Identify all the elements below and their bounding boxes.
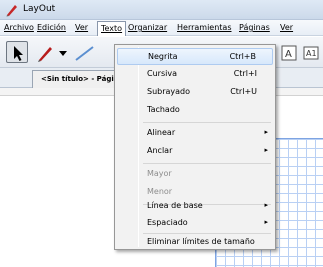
menu-item-subrayado[interactable]: Subrayado Ctrl+U	[117, 84, 273, 101]
submenu-arrow-icon: ▸	[264, 201, 268, 209]
menu-ver-2[interactable]: Ver	[280, 23, 293, 32]
menu-organizar[interactable]: Organizar	[128, 23, 167, 32]
menu-item-label: Negrita	[148, 52, 178, 61]
window-title: LayOut	[23, 4, 56, 14]
menu-ver[interactable]: Ver	[75, 23, 88, 32]
menu-bar: Archivo Edición Ver Texto Organizar Herr…	[0, 20, 323, 36]
line-icon	[75, 46, 94, 61]
line-tool-button[interactable]	[72, 41, 94, 63]
menu-item-shortcut: Ctrl+U	[230, 87, 257, 96]
pencil-icon	[38, 47, 52, 62]
menu-item-shortcut: Ctrl+B	[229, 52, 256, 61]
menu-item-label: Tachado	[147, 105, 180, 114]
select-tool-button[interactable]	[6, 41, 28, 63]
menu-item-label: Cursiva	[147, 69, 177, 78]
menu-separator	[143, 163, 271, 164]
menu-herramientas[interactable]: Herramientas	[177, 23, 232, 32]
menu-item-label: Anclar	[147, 146, 173, 155]
menu-item-alinear[interactable]: Alinear ▸	[117, 125, 273, 142]
submenu-arrow-icon: ▸	[264, 128, 268, 136]
menu-item-label: Subrayado	[147, 87, 191, 96]
text-menu-dropdown: Negrita Ctrl+B Cursiva Ctrl+I Subrayado …	[114, 44, 276, 250]
menu-separator	[143, 122, 271, 123]
svg-text:A1: A1	[306, 49, 317, 58]
menu-item-label: Espaciado	[147, 218, 188, 227]
menu-item-label: Menor	[147, 187, 173, 196]
submenu-arrow-icon: ▸	[264, 146, 268, 154]
menu-item-negrita[interactable]: Negrita Ctrl+B	[117, 48, 273, 65]
svg-text:A: A	[285, 49, 292, 60]
submenu-arrow-icon: ▸	[264, 218, 268, 226]
menu-item-linea-de-base[interactable]: Línea de base ▸	[117, 198, 273, 215]
label-icon: A1	[303, 46, 319, 60]
menu-texto[interactable]: Texto	[97, 21, 127, 36]
dropdown-arrow-icon	[59, 51, 67, 56]
menu-item-label: Mayor	[147, 169, 172, 178]
menu-paginas[interactable]: Páginas	[239, 23, 270, 32]
menu-edicion[interactable]: Edición	[37, 23, 66, 32]
menu-item-label: Alinear	[147, 128, 176, 137]
text-icon: A	[281, 45, 297, 61]
text-tool-button[interactable]: A	[278, 41, 300, 63]
title-bar: LayOut	[0, 0, 323, 20]
label-tool-button[interactable]: A1	[300, 41, 322, 63]
menu-item-tachado[interactable]: Tachado	[117, 102, 273, 119]
menu-item-espaciado[interactable]: Espaciado ▸	[117, 215, 273, 232]
menu-item-anclar[interactable]: Anclar ▸	[117, 143, 273, 160]
menu-item-mayor: Mayor	[117, 166, 273, 183]
menu-item-label: Eliminar límites de tamaño	[147, 237, 255, 246]
menu-archivo[interactable]: Archivo	[4, 23, 34, 32]
menu-item-eliminar-limites[interactable]: Eliminar límites de tamaño	[117, 234, 273, 251]
pencil-tool-button[interactable]	[33, 41, 55, 63]
menu-item-shortcut: Ctrl+I	[233, 69, 257, 78]
menu-item-label: Línea de base	[147, 201, 203, 210]
menu-item-cursiva[interactable]: Cursiva Ctrl+I	[117, 66, 273, 83]
select-arrow-icon	[14, 46, 23, 61]
layout-app-icon	[6, 5, 17, 17]
pencil-options-dropdown[interactable]	[56, 46, 68, 58]
